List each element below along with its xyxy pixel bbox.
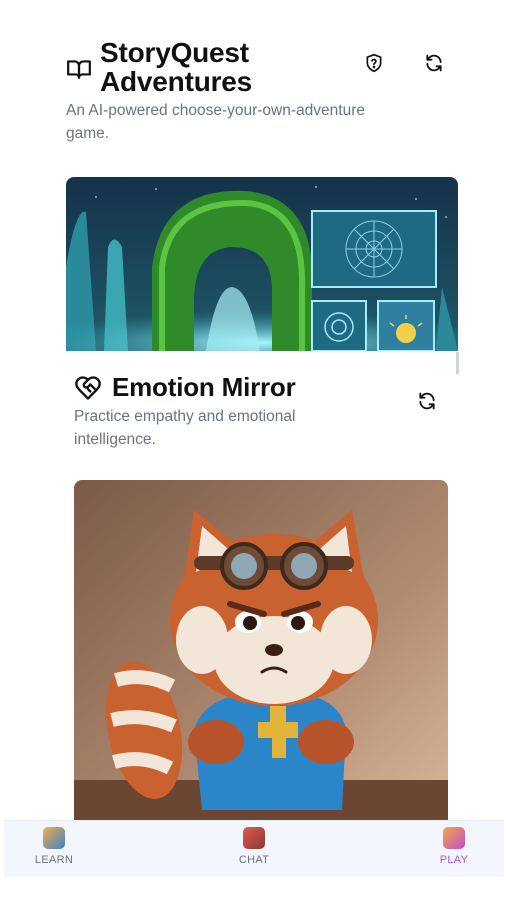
bottom-nav: LEARN CHAT PLAY [4, 820, 504, 877]
book-open-icon [67, 60, 91, 79]
refresh-button[interactable] [422, 51, 446, 75]
shield-question-icon [366, 53, 382, 73]
red-panda-illustration [74, 480, 448, 820]
fantasy-arch-illustration [66, 177, 458, 351]
emotion-mirror-subtitle: Practice empathy and emotional intellige… [74, 408, 296, 448]
nav-item-learn[interactable]: LEARN [4, 821, 104, 877]
header: StoryQuest Adventures [66, 38, 456, 96]
help-button[interactable] [362, 51, 386, 75]
nav-item-chat[interactable]: CHAT [204, 821, 304, 877]
nav-label-chat: CHAT [238, 854, 270, 866]
refresh-icon [419, 392, 435, 410]
nav-label-learn: LEARN [34, 854, 74, 866]
chat-tile-icon [243, 827, 265, 849]
play-tile-icon [443, 827, 465, 849]
storyquest-hero-image[interactable] [66, 177, 458, 351]
scroll-indicator [456, 352, 459, 374]
refresh-icon [426, 54, 442, 72]
nav-item-play[interactable]: PLAY [404, 821, 504, 877]
emotion-mirror-header: Emotion Mirror [74, 372, 296, 403]
emotion-mirror-title: Emotion Mirror [112, 372, 296, 402]
title-row: StoryQuest Adventures [66, 38, 456, 96]
learn-tile-icon [43, 827, 65, 849]
heart-handshake-icon [75, 375, 101, 400]
page-subtitle: An AI-powered choose-your-own-adventure … [66, 102, 365, 142]
emotion-mirror-refresh-button[interactable] [415, 389, 439, 413]
nav-label-play: PLAY [439, 854, 469, 866]
page-title: StoryQuest Adventures [100, 37, 253, 97]
emotion-mirror-image[interactable] [74, 480, 448, 820]
